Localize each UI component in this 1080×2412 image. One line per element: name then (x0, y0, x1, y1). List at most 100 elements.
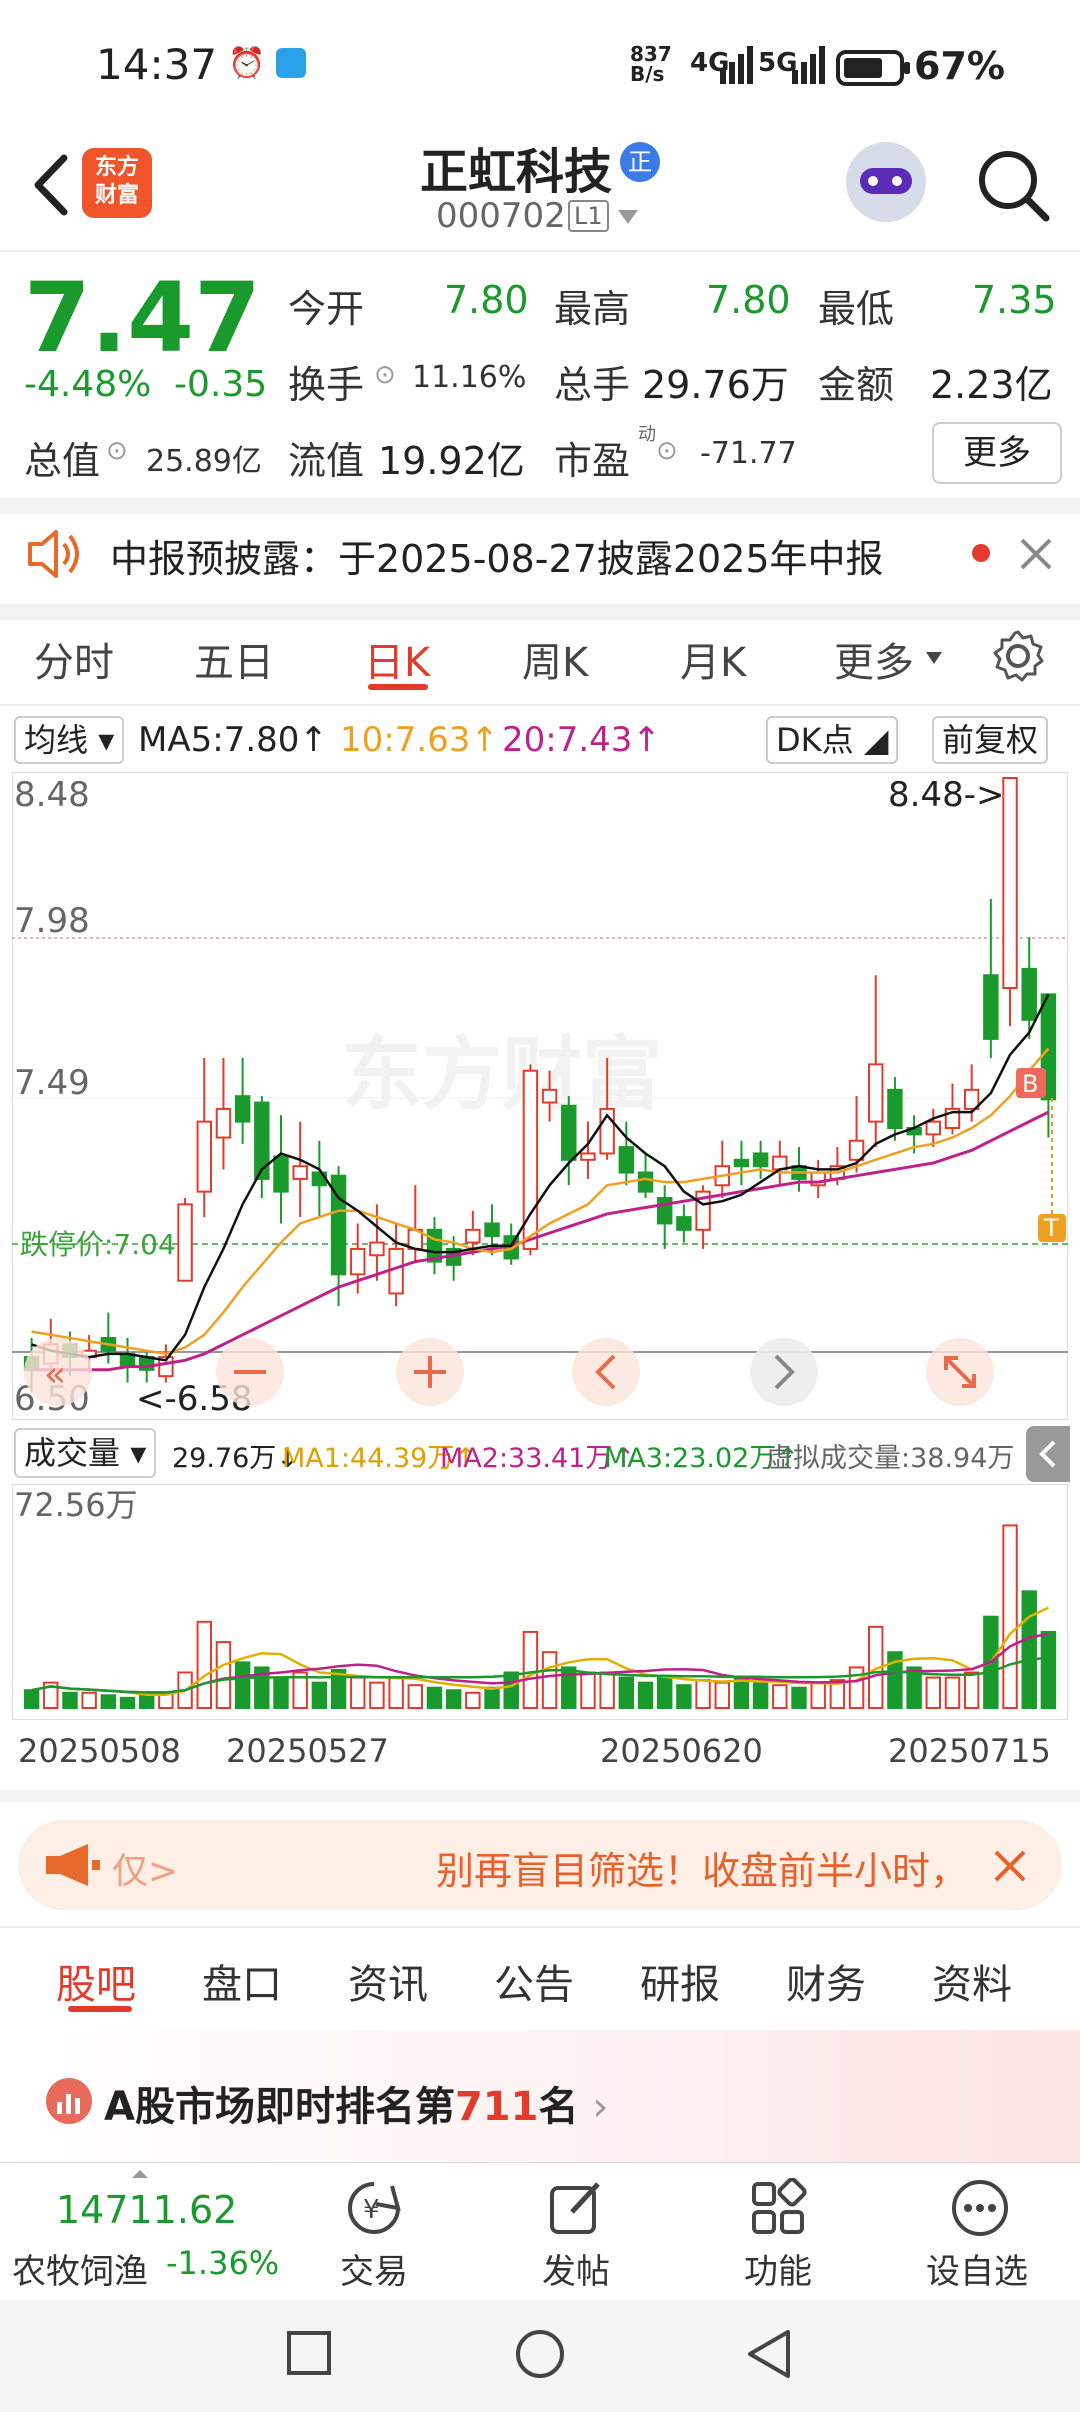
dk-point-button[interactable]: DK点 ◢ (766, 716, 899, 764)
tab-daily-k[interactable]: 日K (364, 630, 430, 688)
back-icon[interactable] (22, 150, 82, 220)
home-circle-icon[interactable] (514, 2328, 566, 2380)
nav-trade[interactable]: 交易 (340, 2244, 408, 2293)
nav-add-watchlist[interactable]: 设自选 (926, 2244, 1028, 2293)
volume-bar (618, 1676, 635, 1709)
tab-5day[interactable]: 五日 (194, 630, 274, 688)
index-value[interactable]: 14711.62 (56, 2188, 237, 2232)
more-dots-icon[interactable] (950, 2178, 1010, 2238)
functions-grid-icon[interactable] (748, 2178, 808, 2238)
candle-body (637, 1171, 654, 1193)
nav-functions[interactable]: 功能 (744, 2244, 812, 2293)
settings-gear-icon[interactable] (990, 628, 1046, 684)
speaker-icon (28, 530, 79, 578)
svg-text:B: B (1022, 1070, 1038, 1098)
candle-body (177, 1203, 193, 1282)
status-time: 14:37 (96, 40, 218, 89)
candle-body (887, 1088, 903, 1129)
volume-bar (273, 1676, 289, 1709)
pan-right-icon[interactable] (750, 1338, 818, 1406)
banner-text: 别再盲目筛选！收盘前半小时， (436, 1849, 969, 1893)
more-button[interactable]: 更多 (932, 422, 1062, 484)
system-nav-bar (0, 2300, 1080, 2412)
kline-chart[interactable]: 东方财富 8.48 7.98 7.49 6.50 跌停价:7.04 8.48->… (12, 772, 1068, 1420)
level-badge[interactable]: L1 (568, 200, 609, 232)
promo-banner[interactable]: 仅> 别再盲目筛选！收盘前半小时， (18, 1820, 1062, 1910)
notice-text[interactable]: 中报预披露：于2025-08-27披露2025年中报 (110, 528, 884, 583)
candle-body (580, 1152, 596, 1161)
amount-value: 2.23亿 (930, 363, 1053, 407)
volume-bar (81, 1691, 97, 1709)
volume-bar (1002, 1524, 1018, 1710)
tab-monthly-k[interactable]: 月K (680, 630, 746, 688)
pan-left-icon[interactable] (572, 1338, 640, 1406)
tab-weekly-k[interactable]: 周K (522, 630, 588, 688)
edit-post-icon[interactable] (546, 2178, 606, 2238)
tab-forum[interactable]: 股吧 (56, 1952, 136, 2010)
close-icon[interactable] (1016, 534, 1056, 574)
virtual-volume: 虚拟成交量:38.94万 (766, 1443, 1015, 1474)
candle-body (234, 1095, 251, 1123)
tab-intraday[interactable]: 分时 (34, 630, 114, 688)
volume-bar (426, 1686, 443, 1709)
collapse-panel-icon[interactable] (1026, 1426, 1070, 1482)
trade-yuan-icon[interactable]: ¥ (344, 2178, 404, 2238)
change-percent: -4.48% (24, 364, 152, 405)
active-tab-indicator (68, 2006, 132, 2012)
high-value: 7.80 (706, 278, 791, 322)
info-icon[interactable]: ⊙ (106, 436, 128, 466)
change-amount: -0.35 (174, 364, 268, 405)
search-icon[interactable] (976, 148, 1052, 224)
nav-post[interactable]: 发帖 (542, 2244, 610, 2293)
pe-label: 市盈 (554, 439, 631, 483)
caret-up-icon[interactable] (130, 2168, 150, 2180)
robot-assistant-icon[interactable] (846, 142, 926, 222)
candle-body (350, 1247, 366, 1276)
close-icon[interactable] (990, 1846, 1030, 1886)
volume-chart[interactable]: 72.56万 (12, 1484, 1068, 1720)
index-name[interactable]: 农牧饲渔 (12, 2244, 148, 2293)
volume-bar (925, 1676, 942, 1709)
candle-body (369, 1241, 385, 1257)
candle-body (733, 1158, 750, 1168)
candle-body (561, 1104, 577, 1161)
stock-name: 正虹科技 (420, 144, 613, 200)
app-logo[interactable]: 东方 财富 (82, 148, 152, 218)
float-label: 流值 (288, 439, 365, 483)
volume-bar (388, 1676, 404, 1709)
battery-icon (836, 50, 910, 86)
volume-bar (407, 1684, 424, 1709)
info-icon[interactable]: ⊙ (656, 436, 678, 466)
volume-bar (963, 1671, 980, 1710)
tab-orderbook[interactable]: 盘口 (202, 1952, 282, 2010)
rank-text[interactable]: A股市场即时排名第711名 › (104, 2074, 608, 2132)
volume-bar (752, 1681, 769, 1710)
volume-selector[interactable]: 成交量 ▾ (14, 1428, 157, 1478)
candle-body (676, 1216, 692, 1231)
candle-body (618, 1146, 635, 1174)
stock-badge: 正 (620, 142, 660, 182)
back-triangle-icon[interactable] (744, 2328, 794, 2380)
info-icon[interactable]: ⊙ (374, 360, 396, 390)
candle-body (983, 974, 999, 1040)
volume-bar (23, 1689, 40, 1710)
rank-chart-icon (46, 2078, 92, 2124)
tab-financials[interactable]: 财务 (786, 1952, 866, 2010)
ma10-value: 10:7.63↑ (340, 720, 499, 760)
tab-research[interactable]: 研报 (640, 1952, 720, 2010)
tab-more[interactable]: 更多 (834, 630, 914, 688)
adjust-button[interactable]: 前复权 (932, 716, 1049, 764)
unread-dot (972, 544, 990, 562)
volume-bar (522, 1630, 539, 1710)
volume-bar (196, 1620, 212, 1709)
tab-news[interactable]: 资讯 (348, 1952, 428, 2010)
mktcap-value: 25.89亿 (146, 444, 262, 479)
rank-number: 711 (454, 2084, 539, 2130)
volume-bar (580, 1671, 596, 1710)
ma-selector[interactable]: 均线 ▾ (14, 716, 125, 764)
chevron-down-icon[interactable] (616, 208, 640, 226)
recents-square-icon[interactable] (286, 2330, 332, 2376)
tab-announcements[interactable]: 公告 (494, 1952, 574, 2010)
tab-profile[interactable]: 资料 (932, 1952, 1012, 2010)
volume-bar (733, 1676, 750, 1709)
